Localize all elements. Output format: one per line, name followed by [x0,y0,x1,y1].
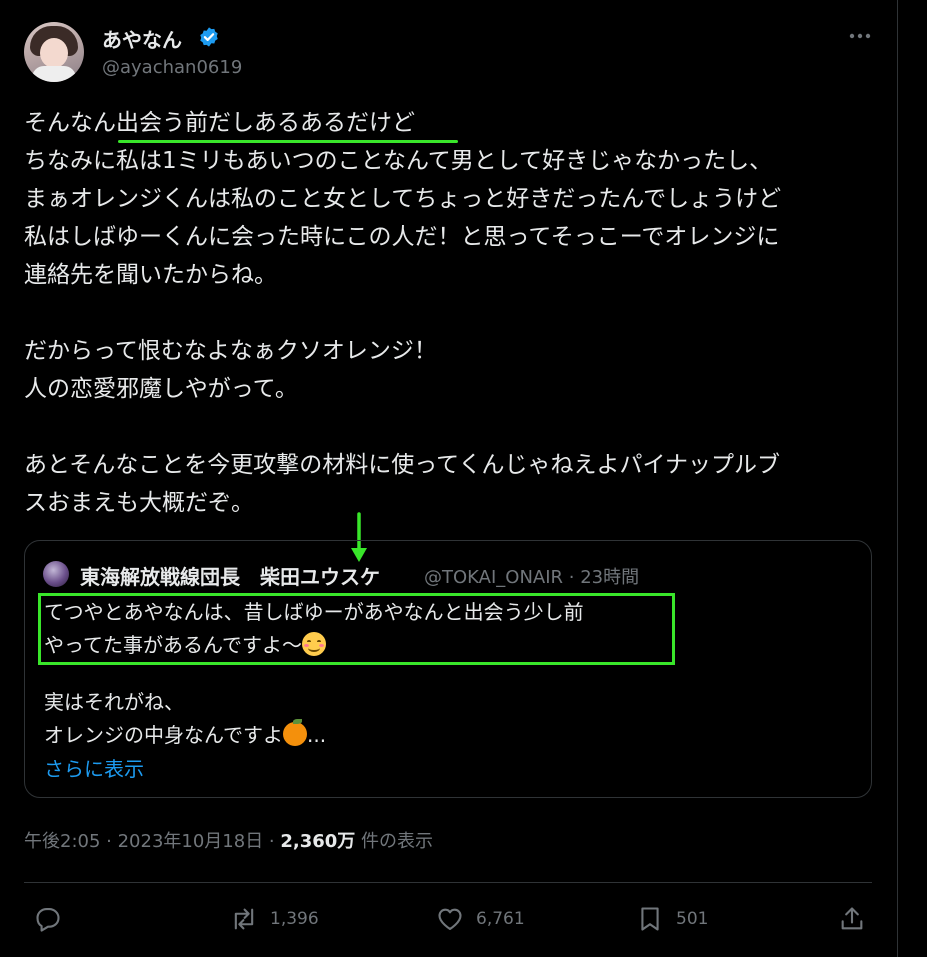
retweet-icon [234,908,254,930]
like-button[interactable]: 6,761 [436,903,525,935]
retweet-button[interactable]: 1,396 [230,903,319,935]
tweet-text: そんなん出会う前だしあるあるだけど ちなみに私は1ミリもあいつのことなんて男とし… [24,110,782,516]
quoted-author-meta: @TOKAI_ONAIR · 23時間 [424,567,640,588]
author-handle[interactable]: @ayachan0619 [102,57,242,78]
share-icon [841,907,863,930]
heart-icon [438,908,462,930]
quoted-text-line1: 実はそれがね、 [44,690,184,714]
views-label: 件の表示 [355,831,434,852]
share-button[interactable] [838,903,866,935]
annotation-underline [118,140,458,143]
tweet-timestamp-line: 午後2:05 · 2023年10月18日 · 2,360万 件の表示 [24,827,433,853]
bookmark-button[interactable]: 501 [636,903,708,935]
quoted-text-line2: オレンジの中身なんですよ [44,723,283,747]
divider [24,882,872,883]
tweet-timestamp[interactable]: 午後2:05 · 2023年10月18日 · [24,831,280,852]
orange-emoji-icon [283,719,307,746]
tweet-detail-page: あやなん @ayachan0619 そんなん出会う前だしあるあるだけど ちなみに… [0,0,927,957]
quoted-text-highlighted: てつやとあやなんは、昔しばゆーがあやなんと出会う少し前 やってた事があるんですよ… [44,596,844,662]
show-more-link[interactable]: さらに表示 [44,753,144,782]
like-count: 6,761 [476,909,525,929]
bookmark-icon [641,907,659,931]
verified-badge-icon [200,27,218,47]
quoted-author-avatar [43,561,69,587]
views-count: 2,360万 [280,831,356,852]
more-options-icon[interactable] [846,24,874,48]
retweet-count: 1,396 [270,909,319,929]
quoted-text-ellipsis: ... [307,723,327,747]
column-divider [897,0,898,957]
bookmark-count: 501 [676,909,709,929]
quoted-author-name: 東海解放戦線団長 柴田ユウスケ [80,565,380,589]
smiling-face-emoji-icon [302,632,326,656]
reply-icon [36,908,60,932]
author-avatar[interactable] [24,22,84,82]
quoted-text-rest: 実はそれがね、 オレンジの中身なんですよ... [44,686,844,752]
reply-button[interactable] [34,903,74,935]
author-display-name[interactable]: あやなん [102,24,182,53]
